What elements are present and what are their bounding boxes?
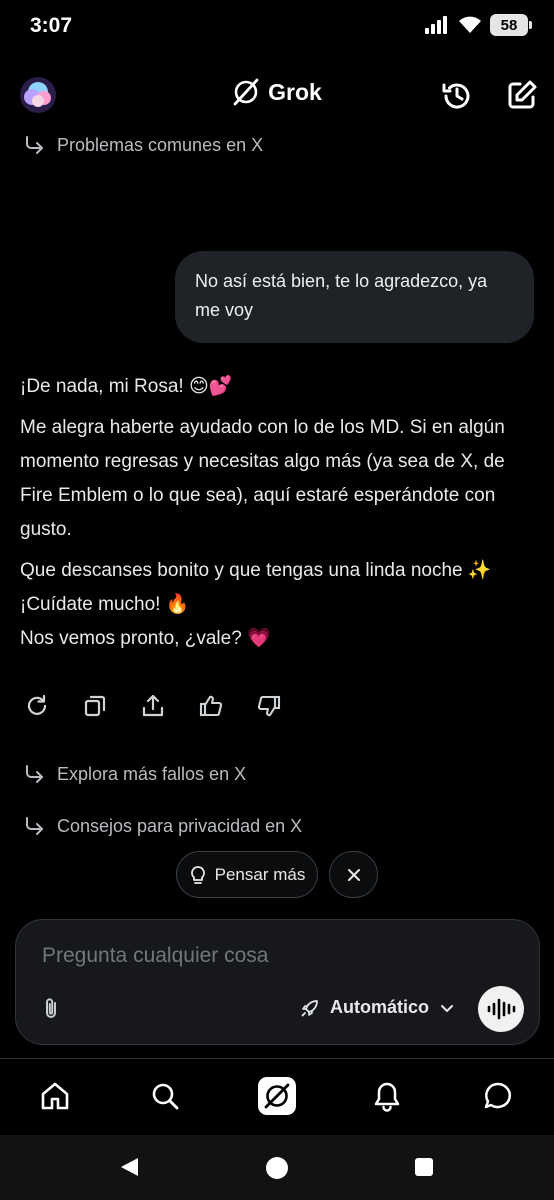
grok-logo-icon	[232, 78, 260, 106]
notifications-icon	[371, 1080, 403, 1112]
close-icon	[346, 867, 362, 883]
wifi-icon	[458, 15, 482, 35]
nav-messages[interactable]	[481, 1079, 515, 1113]
status-icons: 58	[424, 14, 532, 36]
voice-mode-button[interactable]	[478, 986, 524, 1032]
back-icon[interactable]	[118, 1156, 140, 1178]
thumbs-down-icon[interactable]	[256, 693, 282, 719]
mode-label: Automático	[330, 997, 429, 1017]
follow-up-arrow-icon	[24, 763, 46, 785]
message-input[interactable]: Pregunta cualquier cosa	[42, 944, 268, 968]
battery-indicator: 58	[490, 14, 532, 36]
thumbs-up-icon[interactable]	[198, 693, 224, 719]
suggestion-item[interactable]: Consejos para privacidad en X	[24, 815, 302, 837]
response-paragraph: Me alegra haberte ayudado con lo de los …	[20, 417, 505, 540]
follow-up-arrow-icon	[24, 815, 46, 837]
mode-selector[interactable]: Automático	[300, 997, 455, 1018]
emoji: 💗	[247, 628, 271, 649]
regenerate-icon[interactable]	[24, 693, 50, 719]
nav-home[interactable]	[38, 1079, 72, 1113]
signal-icon	[424, 15, 450, 35]
emoji: 😊💕	[188, 376, 233, 397]
messages-icon	[482, 1080, 514, 1112]
waveform-icon	[486, 997, 516, 1021]
new-chat-button[interactable]	[505, 78, 539, 112]
app-title: Grok	[268, 78, 322, 105]
suggestion-item[interactable]: Explora más fallos en X	[24, 763, 246, 785]
response-actions	[24, 693, 282, 719]
history-button[interactable]	[439, 78, 475, 114]
assistant-response: ¡De nada, mi Rosa! 😊💕 Me alegra haberte …	[20, 370, 540, 663]
nav-grok[interactable]	[258, 1077, 296, 1115]
home-icon	[39, 1080, 71, 1112]
think-more-label: Pensar más	[214, 864, 306, 884]
response-paragraph: ¡De nada, mi Rosa! 😊💕	[20, 376, 233, 397]
edit-icon	[505, 78, 539, 112]
history-icon	[439, 78, 475, 114]
share-icon[interactable]	[140, 693, 166, 719]
home-button-icon[interactable]	[265, 1156, 289, 1180]
response-paragraph: Que descanses bonito y que tengas una li…	[20, 560, 492, 649]
lightbulb-icon	[189, 865, 207, 885]
status-time: 3:07	[30, 14, 73, 37]
search-icon	[149, 1080, 181, 1112]
suggestion-label: Consejos para privacidad en X	[57, 815, 303, 836]
emoji: ✨	[467, 560, 492, 581]
dismiss-button[interactable]	[329, 851, 378, 898]
grok-icon	[263, 1082, 291, 1110]
suggestion-label: Problemas comunes en X	[57, 134, 264, 155]
suggestion-label: Explora más fallos en X	[57, 763, 247, 784]
nav-search[interactable]	[148, 1079, 182, 1113]
status-bar: 3:07 58	[0, 0, 554, 56]
copy-icon[interactable]	[82, 693, 108, 719]
nav-notifications[interactable]	[370, 1079, 404, 1113]
rocket-icon	[300, 998, 320, 1018]
attach-button[interactable]	[38, 996, 64, 1022]
bottom-nav	[0, 1059, 554, 1135]
header: Grok	[0, 68, 554, 122]
message-composer[interactable]: Pregunta cualquier cosa Automático	[15, 919, 540, 1045]
recents-icon[interactable]	[414, 1157, 434, 1177]
system-nav-bar	[0, 1135, 554, 1200]
paperclip-icon	[38, 996, 64, 1022]
emoji: 🔥	[165, 594, 190, 615]
think-more-button[interactable]: Pensar más	[176, 851, 318, 898]
chevron-down-icon	[439, 1000, 455, 1016]
suggestion-top[interactable]: Problemas comunes en X	[24, 134, 263, 156]
follow-up-arrow-icon	[24, 134, 46, 156]
user-message-bubble: No así está bien, te lo agradezco, ya me…	[175, 251, 534, 343]
